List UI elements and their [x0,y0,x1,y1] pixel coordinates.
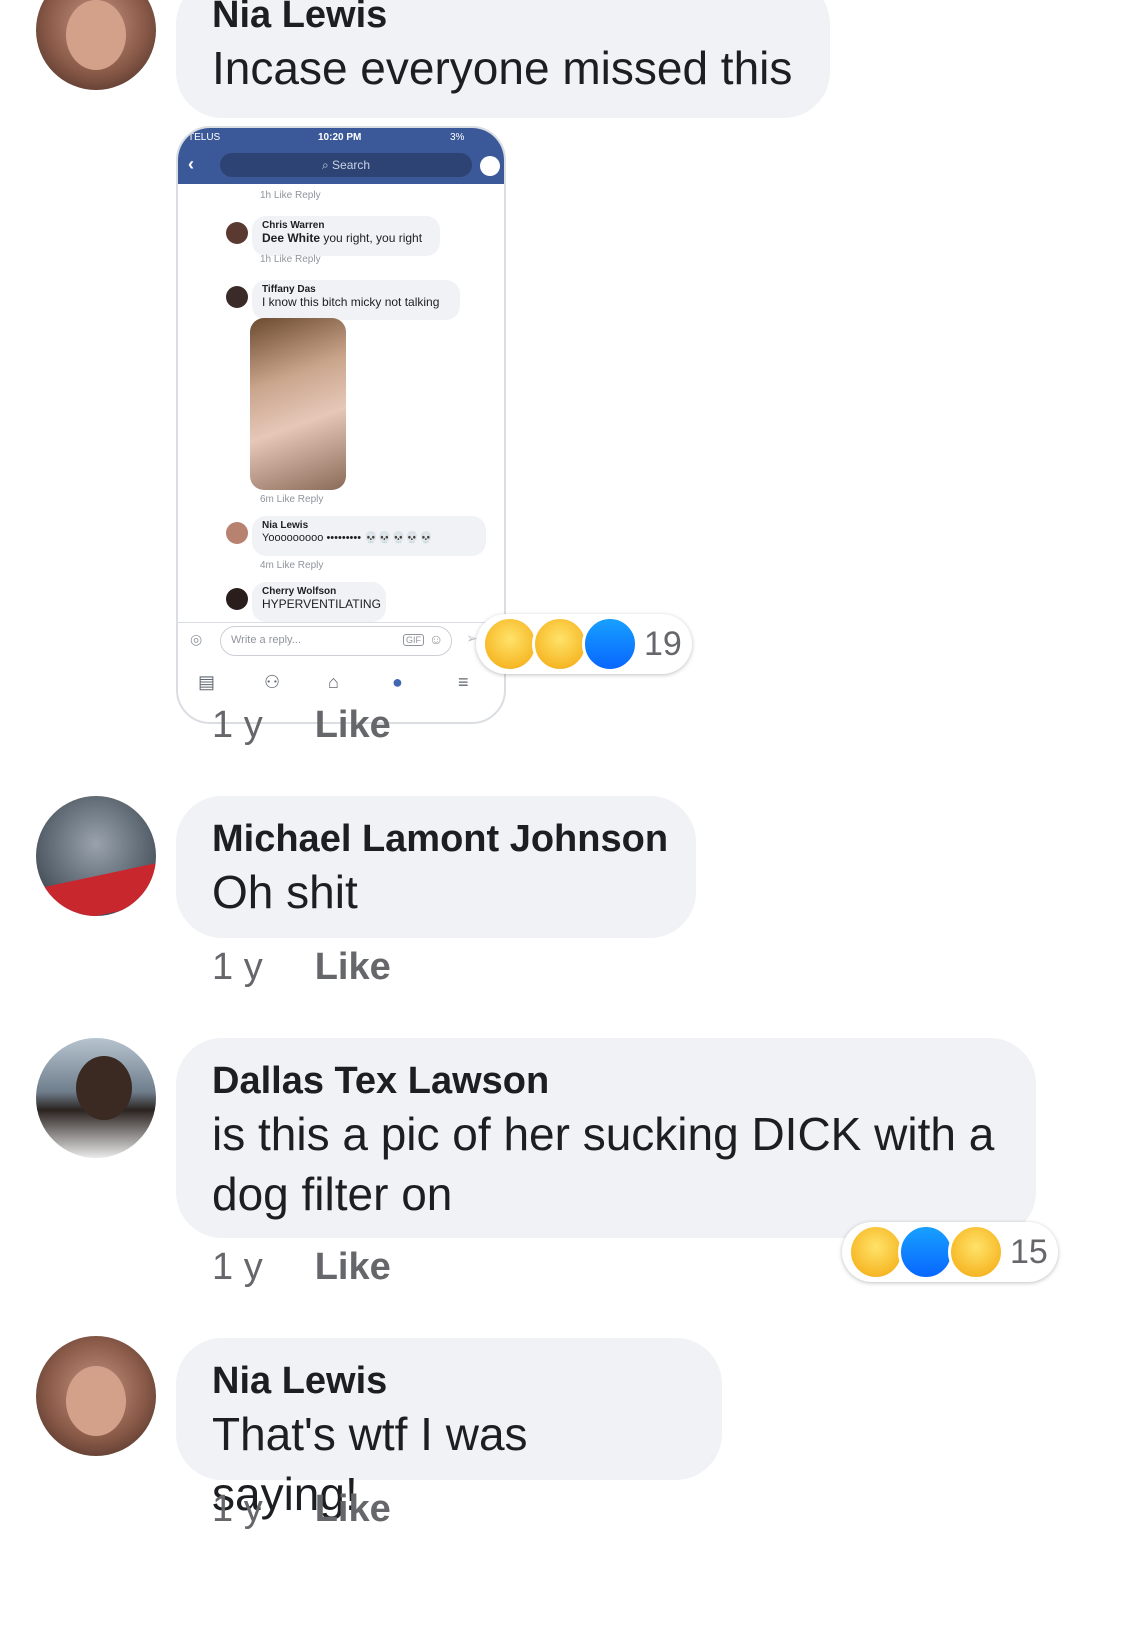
carrier-text: TELUS [188,132,221,143]
notifications-icon: ● [392,672,403,692]
comment-text: HYPERVENTILATING [262,597,381,611]
comment-bubble: Michael Lamont Johnson Oh shit [176,796,696,938]
gif-icon: GIF [403,634,424,646]
news-feed-icon: ▤ [198,672,216,692]
commenter-name: Chris Warren [262,220,325,231]
tagged-name: Dee White [262,231,321,245]
avatar [226,222,248,244]
commenter-name: Nia Lewis [262,520,309,531]
photo-thumbnail [250,318,346,490]
haha-icon [848,1224,904,1280]
comment-bubble: Dallas Tex Lawson is this a pic of her s… [176,1038,1036,1238]
commenter-name[interactable]: Nia Lewis [212,0,794,38]
comment-text: is this a pic of her sucking DICK with a… [212,1108,995,1220]
marketplace-icon: ⌂ [328,672,339,692]
reaction-count: 15 [1010,1232,1048,1271]
back-icon: ‹ [188,154,194,174]
comment-bubble: Nia Lewis That's wtf I was saying! [176,1338,722,1520]
comment-text: Incase everyone missed this [212,42,793,94]
like-button[interactable]: Like [315,704,391,746]
wow-icon [532,616,588,672]
comment-meta: 1h Like Reply [260,254,321,265]
comment-meta: 1h Like Reply [260,190,321,201]
like-icon [898,1224,954,1280]
commenter-name[interactable]: Dallas Tex Lawson [212,1058,1000,1104]
reaction-summary[interactable]: 19 [476,614,692,674]
comment-text: I know this bitch micky not talking [262,295,440,309]
comment-text: you right, you right [320,231,423,245]
comment-actions: 1 y Like [212,704,391,747]
reaction-count: 19 [644,624,682,663]
comment-text: Oh shit [212,866,358,918]
commenter-name[interactable]: Nia Lewis [212,1358,686,1404]
like-button[interactable]: Like [315,1488,391,1530]
comment-actions: 1 y Like [212,1488,391,1531]
avatar[interactable] [36,1038,156,1158]
commenter-name[interactable]: Michael Lamont Johnson [212,816,668,862]
comment-actions: 1 y Like [212,1246,391,1289]
like-button[interactable]: Like [315,946,391,988]
wow-icon [948,1224,1004,1280]
battery-text: 3% [450,132,465,143]
search-icon: ⌕ [321,158,333,172]
commenter-name: Cherry Wolfson [262,586,337,597]
comment-meta: 6m Like Reply [260,494,324,505]
comment-time[interactable]: 1 y [212,704,263,746]
avatar[interactable] [36,0,156,90]
comment-bubble: Chris Warren Dee White you right, you ri… [252,216,440,256]
comment-bubble: Cherry Wolfson HYPERVENTILATING [252,582,386,622]
comment-meta: 4m Like Reply [260,560,324,571]
comment-bubble: Tiffany Das I know this bitch micky not … [252,280,460,320]
menu-icon: ≡ [458,672,469,692]
attached-screenshot[interactable]: TELUS 10:20 PM 3% ‹ ⌕ Search 1h Like Rep… [176,126,506,724]
camera-icon: ◎ [190,631,203,647]
haha-icon [482,616,538,672]
avatar [226,522,248,544]
comment-bubble: Nia Lewis Yooooooooo ••••••••• 💀💀💀💀💀 [252,516,486,556]
comment-time[interactable]: 1 y [212,946,263,988]
emoji-icon: ☺ [429,631,444,647]
like-icon [582,616,638,672]
comment-bubble: Nia Lewis Incase everyone missed this [176,0,830,118]
comment-actions: 1 y Like [212,946,391,989]
like-button[interactable]: Like [315,1246,391,1288]
commenter-name: Tiffany Das [262,284,316,295]
messenger-icon [480,156,500,176]
reply-input: Write a reply... GIF ☺ [220,626,452,656]
comment-time[interactable]: 1 y [212,1488,263,1530]
avatar[interactable] [36,796,156,916]
comment-text: Yooooooooo ••••••••• 💀💀💀💀💀 [262,532,433,544]
search-field: ⌕ Search [220,153,472,177]
divider [178,622,504,623]
comment-time[interactable]: 1 y [212,1246,263,1288]
reply-placeholder: Write a reply... [231,634,301,646]
reaction-summary[interactable]: 15 [842,1222,1058,1282]
avatar [226,286,248,308]
avatar[interactable] [36,1336,156,1456]
clock-text: 10:20 PM [318,132,362,143]
friends-icon: ⚇ [264,672,281,692]
avatar [226,588,248,610]
